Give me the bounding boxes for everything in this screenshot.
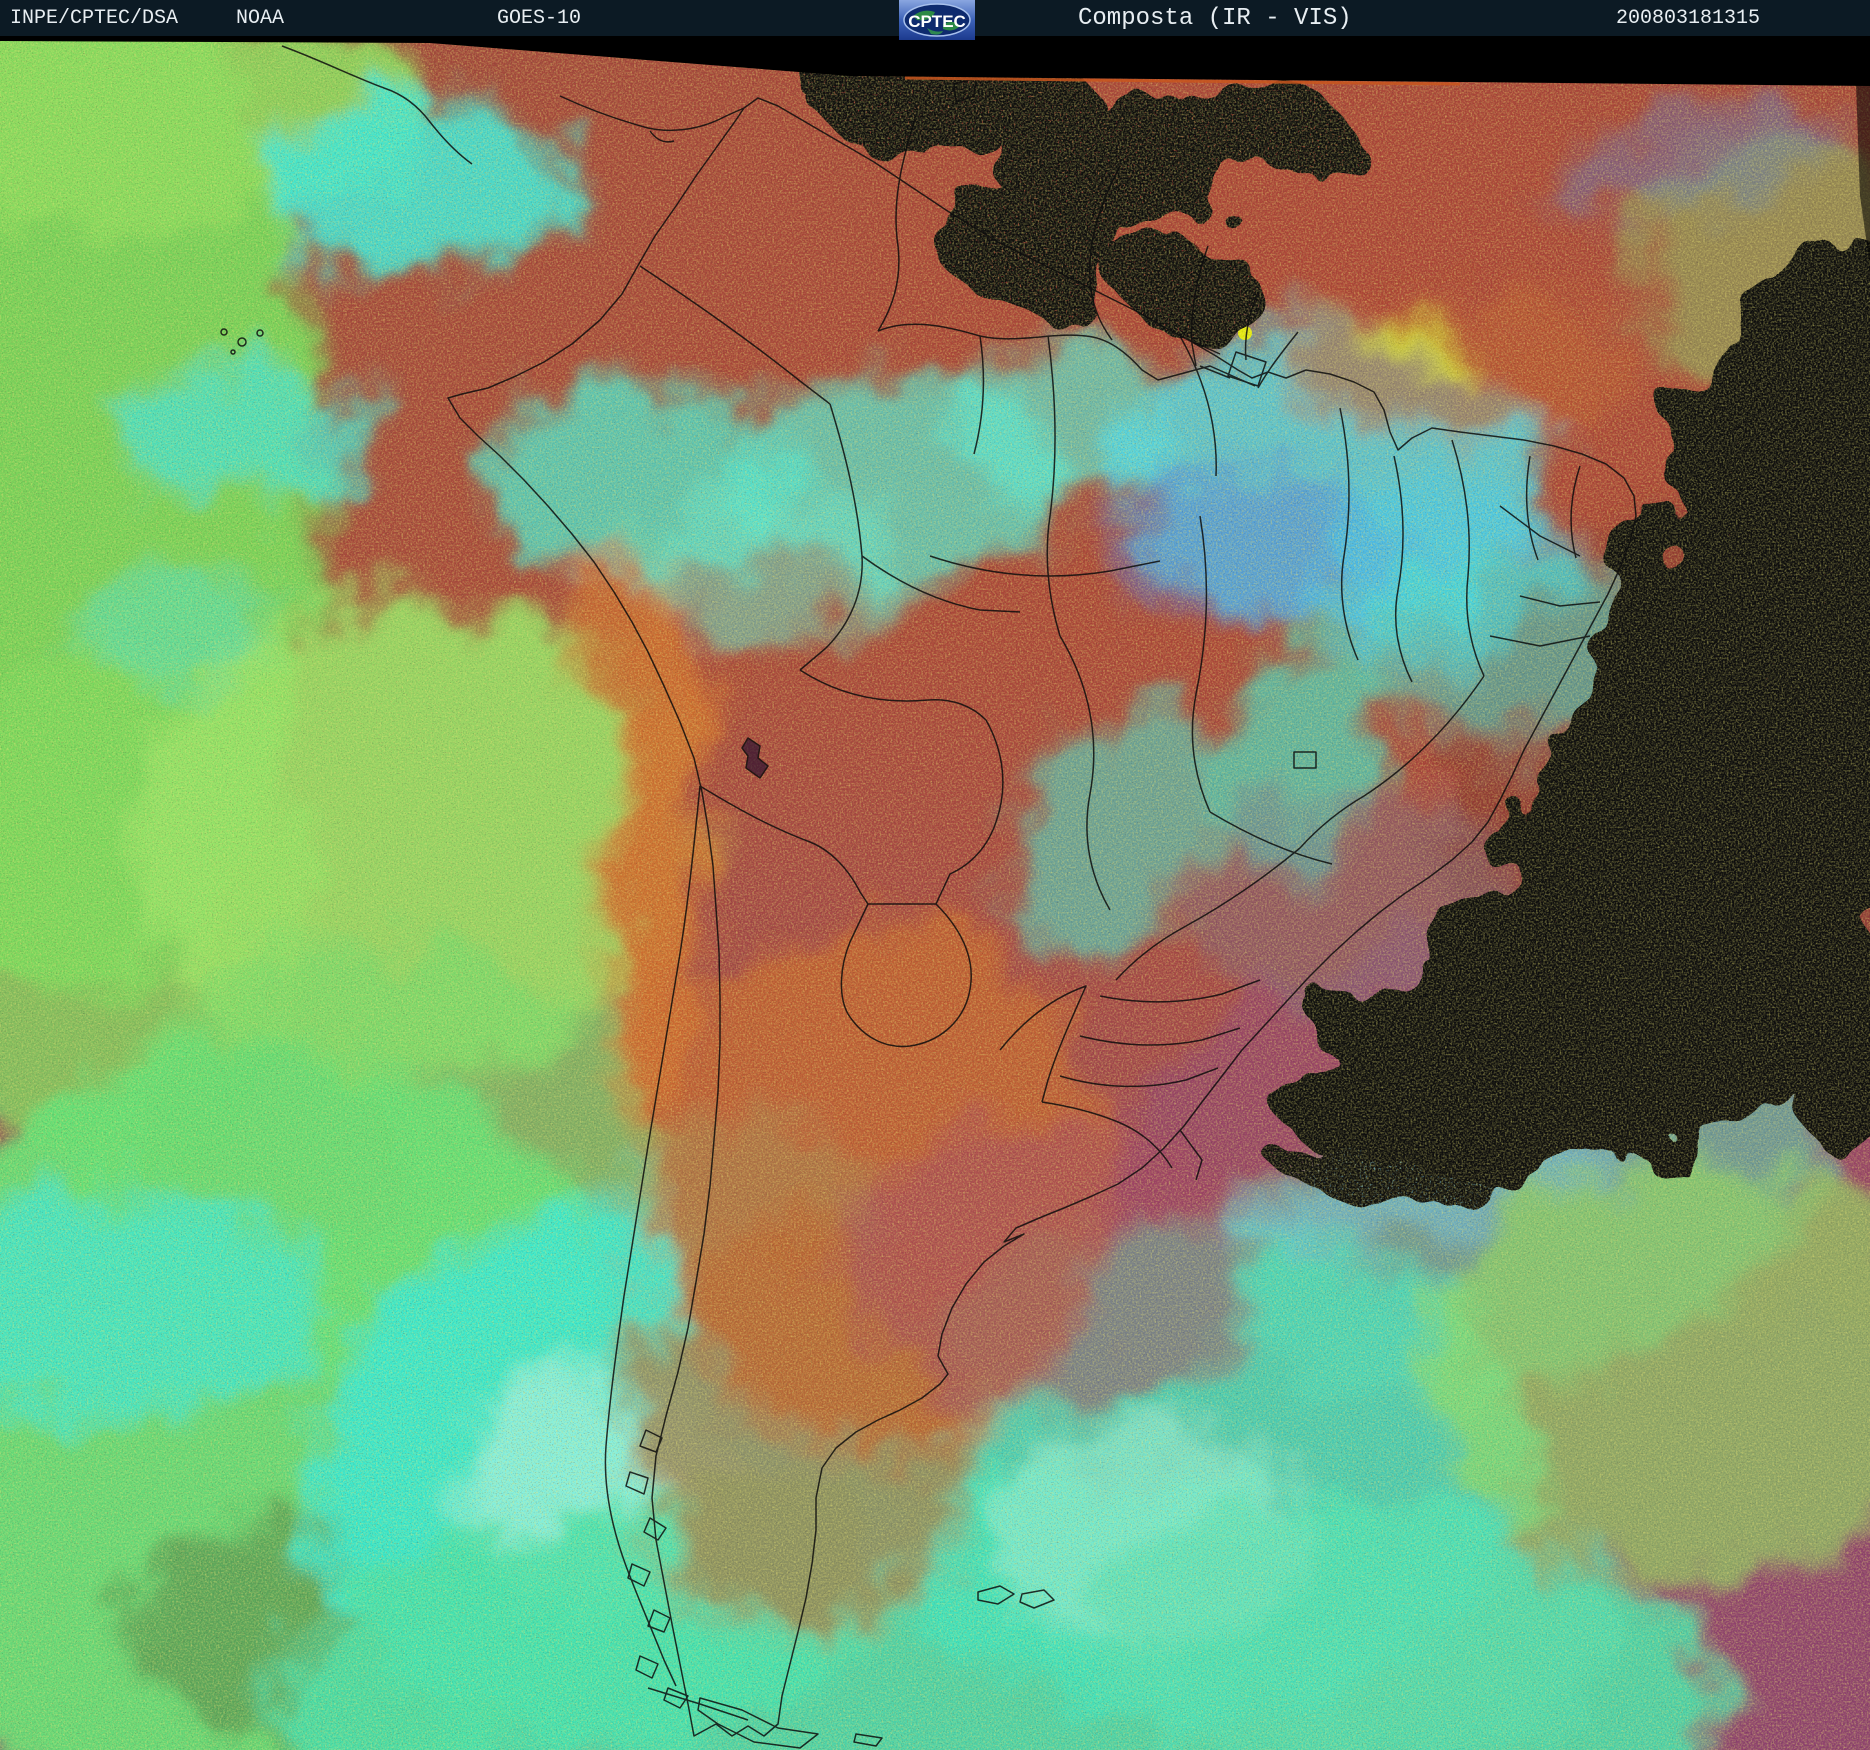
cptec-logo-text: CPTEC bbox=[908, 12, 966, 31]
timestamp-label: 200803181315 bbox=[1616, 0, 1760, 36]
satellite-composite-graphic bbox=[0, 36, 1870, 1750]
noaa-label: NOAA bbox=[236, 0, 284, 36]
satellite-product-page: { "header": { "agency": "INPE/CPTEC/DSA"… bbox=[0, 0, 1870, 1750]
cptec-logo-graphic: CPTEC bbox=[899, 0, 975, 40]
satellite-label: GOES-10 bbox=[497, 0, 581, 36]
cptec-logo: CPTEC bbox=[899, 0, 975, 40]
agency-label: INPE/CPTEC/DSA bbox=[10, 0, 178, 36]
product-label: Composta (IR - VIS) bbox=[1078, 0, 1352, 36]
grain-layer bbox=[0, 36, 1870, 1750]
satellite-map bbox=[0, 36, 1870, 1750]
